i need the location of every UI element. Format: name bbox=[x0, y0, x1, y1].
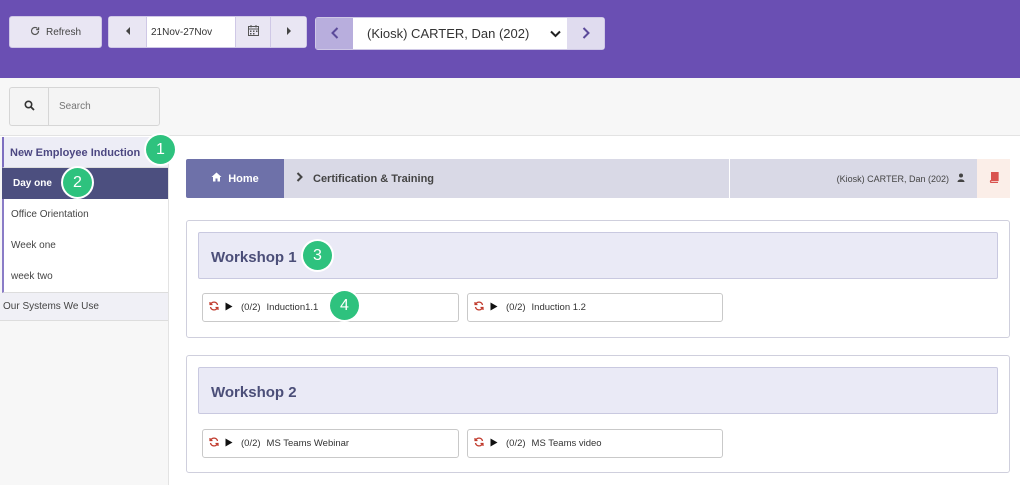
sidebar-group-new-employee-induction[interactable]: New Employee Induction bbox=[2, 137, 168, 168]
play-icon bbox=[490, 302, 498, 314]
course-name: Induction 1.2 bbox=[531, 302, 586, 313]
chevron-right-icon bbox=[286, 26, 292, 38]
breadcrumb: Home Certification & Training (Kiosk) CA… bbox=[186, 159, 1010, 198]
refresh-icon bbox=[30, 26, 40, 39]
refresh-button[interactable]: Refresh bbox=[9, 16, 102, 48]
prev-week-button[interactable] bbox=[109, 17, 147, 47]
home-icon bbox=[211, 172, 222, 185]
sidebar-item-office-orientation[interactable]: Office Orientation bbox=[2, 199, 168, 231]
sidebar-item-week-one[interactable]: Week one bbox=[2, 230, 168, 262]
sync-icon bbox=[474, 437, 484, 450]
sidebar-item-label: week two bbox=[11, 271, 53, 282]
course-item[interactable]: (0/2) MS Teams Webinar bbox=[202, 429, 459, 458]
breadcrumb-home-label: Home bbox=[228, 172, 259, 185]
chevron-left-icon bbox=[125, 26, 131, 38]
workshop-panel: Workshop 1 (0/2) Induction1.1 (0/2) Indu… bbox=[186, 220, 1010, 338]
person-select-value: (Kiosk) CARTER, Dan (202) bbox=[367, 26, 530, 41]
book-icon bbox=[989, 170, 999, 188]
person-selector: (Kiosk) CARTER, Dan (202) bbox=[315, 17, 605, 50]
top-toolbar: Refresh 21Nov-27Nov (Kiosk) CARTER, Dan bbox=[0, 0, 1020, 78]
play-icon bbox=[225, 302, 233, 314]
chevron-right-icon bbox=[296, 172, 303, 185]
sidebar-item-label: Week one bbox=[11, 240, 56, 251]
search-icon bbox=[23, 98, 35, 116]
calendar-icon bbox=[247, 25, 259, 39]
prev-person-button[interactable] bbox=[316, 18, 353, 49]
sync-icon bbox=[209, 437, 219, 450]
breadcrumb-section[interactable]: Certification & Training bbox=[284, 159, 729, 198]
course-progress: (0/2) bbox=[241, 302, 261, 313]
workshop-title: Workshop 2 bbox=[198, 367, 998, 414]
course-name: Induction1.1 bbox=[266, 302, 319, 313]
next-week-button[interactable] bbox=[271, 17, 306, 47]
chevron-left-icon bbox=[330, 26, 339, 42]
course-name: MS Teams Webinar bbox=[266, 438, 350, 449]
course-progress: (0/2) bbox=[241, 438, 261, 449]
workshop-panel: Workshop 2 (0/2) MS Teams Webinar (0/2) … bbox=[186, 355, 1010, 473]
date-range-picker: 21Nov-27Nov bbox=[108, 16, 307, 48]
sync-icon bbox=[474, 301, 484, 314]
course-progress: (0/2) bbox=[506, 302, 526, 313]
book-button[interactable] bbox=[977, 159, 1010, 198]
sidebar-group-label: New Employee Induction bbox=[10, 147, 141, 159]
course-item[interactable]: (0/2) Induction 1.2 bbox=[467, 293, 723, 322]
search-bar bbox=[0, 78, 1020, 136]
refresh-label: Refresh bbox=[45, 26, 81, 38]
date-range-label[interactable]: 21Nov-27Nov bbox=[147, 17, 235, 47]
step-badge-4: 4 bbox=[330, 291, 359, 320]
course-item[interactable]: (0/2) MS Teams video bbox=[467, 429, 723, 458]
calendar-button[interactable] bbox=[235, 17, 271, 47]
next-person-button[interactable] bbox=[567, 18, 604, 49]
search-button[interactable] bbox=[9, 87, 48, 126]
play-icon bbox=[490, 438, 498, 450]
sidebar-footer-label: Our Systems We Use bbox=[3, 301, 99, 312]
sidebar-group-our-systems[interactable]: Our Systems We Use bbox=[0, 293, 168, 321]
breadcrumb-user-label: (Kiosk) CARTER, Dan (202) bbox=[836, 173, 949, 184]
breadcrumb-home[interactable]: Home bbox=[186, 159, 284, 198]
sidebar-item-label: Day one bbox=[13, 178, 52, 189]
step-badge-1: 1 bbox=[146, 135, 175, 164]
sync-icon bbox=[209, 301, 219, 314]
play-icon bbox=[225, 438, 233, 450]
chevron-down-icon bbox=[550, 26, 561, 41]
user-icon bbox=[957, 173, 965, 184]
chevron-right-icon bbox=[582, 26, 590, 42]
course-name: MS Teams video bbox=[531, 438, 602, 449]
step-badge-2: 2 bbox=[63, 168, 92, 197]
sidebar-item-week-two[interactable]: week two bbox=[2, 261, 168, 293]
search-input[interactable] bbox=[48, 87, 160, 126]
step-badge-3: 3 bbox=[303, 241, 332, 270]
course-progress: (0/2) bbox=[506, 438, 526, 449]
breadcrumb-section-label: Certification & Training bbox=[313, 172, 435, 185]
breadcrumb-user: (Kiosk) CARTER, Dan (202) bbox=[730, 159, 977, 198]
person-select-dropdown[interactable]: (Kiosk) CARTER, Dan (202) bbox=[353, 18, 567, 49]
sidebar-item-label: Office Orientation bbox=[11, 209, 89, 220]
